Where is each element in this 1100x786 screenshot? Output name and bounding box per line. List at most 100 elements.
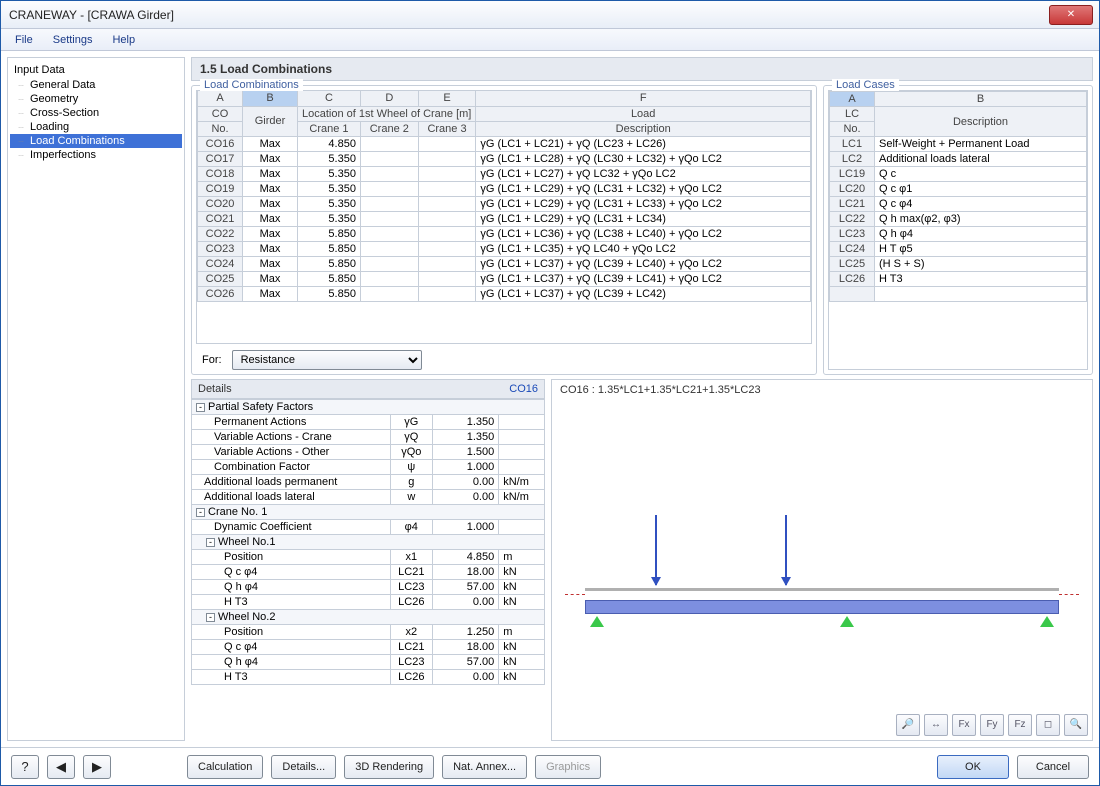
table-row[interactable]: CO20Max5.350γG (LC1 + LC29) + γQ (LC31 +…	[198, 196, 811, 211]
table-row[interactable]: CO23Max5.850γG (LC1 + LC35) + γQ LC40 + …	[198, 241, 811, 256]
details-table[interactable]: -Partial Safety Factors Permanent Action…	[191, 399, 545, 685]
tree-item[interactable]: Imperfections	[10, 148, 182, 162]
group-psf[interactable]: -Partial Safety Factors	[192, 400, 545, 415]
for-select[interactable]: Resistance	[232, 350, 422, 370]
row-w2-qc[interactable]: Q c φ4LC2118.00kN	[192, 640, 545, 655]
details-co: CO16	[509, 383, 538, 395]
lc-hdr-no: No.	[830, 122, 875, 137]
row-var-crane[interactable]: Variable Actions - CraneγQ1.350	[192, 430, 545, 445]
bottom-grids: Details CO16 -Partial Safety Factors Per…	[191, 379, 1093, 741]
table-row[interactable]: LC23Q h φ4	[830, 227, 1087, 242]
table-row[interactable]: CO16Max4.850γG (LC1 + LC21) + γQ (LC23 +…	[198, 136, 811, 151]
lc-hdr-desc: Description	[875, 107, 1087, 137]
prev-button[interactable]: ◀	[47, 755, 75, 779]
load-combos-legend: Load Combinations	[200, 79, 303, 91]
top-grids: Load Combinations A B C D E F	[191, 85, 1093, 375]
row-var-other[interactable]: Variable Actions - OtherγQo1.500	[192, 445, 545, 460]
row-w2-qh[interactable]: Q h φ4LC2357.00kN	[192, 655, 545, 670]
col-b[interactable]: B	[243, 91, 298, 106]
tree-item[interactable]: Load Combinations	[10, 134, 182, 148]
for-label: For:	[202, 354, 222, 366]
col-d[interactable]: D	[360, 91, 418, 106]
table-row[interactable]: CO18Max5.350γG (LC1 + LC27) + γQ LC32 + …	[198, 166, 811, 181]
row-w1-ht[interactable]: H T3LC260.00kN	[192, 595, 545, 610]
app-window: CRANEWAY - [CRAWA Girder] ✕ File Setting…	[0, 0, 1100, 786]
load-cases-table[interactable]: A B LC Description No. LC1Self-Weight + …	[829, 91, 1087, 302]
tree-item[interactable]: Geometry	[10, 92, 182, 106]
cancel-button[interactable]: Cancel	[1017, 755, 1089, 779]
table-row[interactable]: LC19Q c	[830, 167, 1087, 182]
help-button[interactable]: ?	[11, 755, 39, 779]
menu-settings[interactable]: Settings	[45, 32, 101, 48]
lc-col-b[interactable]: B	[875, 92, 1087, 107]
table-row[interactable]: LC20Q c φ1	[830, 182, 1087, 197]
table-row[interactable]: CO19Max5.350γG (LC1 + LC29) + γQ (LC31 +…	[198, 181, 811, 196]
rendering-button[interactable]: 3D Rendering	[344, 755, 434, 779]
col-f[interactable]: F	[476, 91, 811, 106]
content: Input Data General DataGeometryCross-Sec…	[1, 51, 1099, 747]
group-wheel2[interactable]: -Wheel No.2	[192, 610, 545, 625]
row-w2-ht[interactable]: H T3LC260.00kN	[192, 670, 545, 685]
tree-item[interactable]: Loading	[10, 120, 182, 134]
dash-left	[565, 594, 585, 595]
hdr-co: CO	[198, 106, 243, 121]
group-crane1[interactable]: -Crane No. 1	[192, 505, 545, 520]
table-row[interactable]: LC2Additional loads lateral	[830, 152, 1087, 167]
titlebar: CRANEWAY - [CRAWA Girder] ✕	[1, 1, 1099, 29]
dash-right	[1059, 594, 1079, 595]
table-row[interactable]: CO26Max5.850γG (LC1 + LC37) + γQ (LC39 +…	[198, 286, 811, 301]
details-label: Details	[198, 383, 232, 395]
menu-file[interactable]: File	[7, 32, 41, 48]
table-row[interactable]: LC22Q h max(φ2, φ3)	[830, 212, 1087, 227]
lc-col-a[interactable]: A	[830, 92, 875, 107]
view-fz-button[interactable]: Fz	[1008, 714, 1032, 736]
table-row[interactable]: CO22Max5.850γG (LC1 + LC36) + γQ (LC38 +…	[198, 226, 811, 241]
table-row[interactable]: LC25(H S + S)	[830, 257, 1087, 272]
preview-canvas[interactable]	[560, 400, 1084, 736]
row-add-perm[interactable]: Additional loads permanentg0.00kN/m	[192, 475, 545, 490]
table-row[interactable]: CO25Max5.850γG (LC1 + LC37) + γQ (LC39 +…	[198, 271, 811, 286]
ok-button[interactable]: OK	[937, 755, 1009, 779]
row-perm-act[interactable]: Permanent ActionsγG1.350	[192, 415, 545, 430]
group-wheel1[interactable]: -Wheel No.1	[192, 535, 545, 550]
next-button[interactable]: ▶	[83, 755, 111, 779]
hdr-crane3: Crane 3	[418, 121, 476, 136]
hdr-girder: Girder	[243, 106, 298, 136]
col-a[interactable]: A	[198, 91, 243, 106]
view-iso-button[interactable]: 🔎	[896, 714, 920, 736]
row-w1-pos[interactable]: Positionx14.850m	[192, 550, 545, 565]
load-combos-scroll[interactable]: A B C D E F CO Girder Location of 1st Wh…	[196, 90, 812, 344]
view-print-button[interactable]: 🔍	[1064, 714, 1088, 736]
row-w1-qh[interactable]: Q h φ4LC2357.00kN	[192, 580, 545, 595]
table-row[interactable]: LC24H T φ5	[830, 242, 1087, 257]
row-add-lat[interactable]: Additional loads lateralw0.00kN/m	[192, 490, 545, 505]
col-c[interactable]: C	[298, 91, 361, 106]
table-row[interactable]: CO24Max5.850γG (LC1 + LC37) + γQ (LC39 +…	[198, 256, 811, 271]
annex-button[interactable]: Nat. Annex...	[442, 755, 527, 779]
table-row[interactable]: CO17Max5.350γG (LC1 + LC28) + γQ (LC30 +…	[198, 151, 811, 166]
table-row[interactable]: LC21Q c φ4	[830, 197, 1087, 212]
view-fx-button[interactable]: Fx	[952, 714, 976, 736]
view-x-button[interactable]: ↔	[924, 714, 948, 736]
tree-item[interactable]: Cross-Section	[10, 106, 182, 120]
close-button[interactable]: ✕	[1049, 5, 1093, 25]
view-3d-button[interactable]: ◻	[1036, 714, 1060, 736]
details-button[interactable]: Details...	[271, 755, 336, 779]
menu-help[interactable]: Help	[104, 32, 143, 48]
calculation-button[interactable]: Calculation	[187, 755, 263, 779]
hdr-crane2: Crane 2	[360, 121, 418, 136]
table-row[interactable]: LC26H T3	[830, 272, 1087, 287]
row-comb[interactable]: Combination Factorψ1.000	[192, 460, 545, 475]
details-panel: Details CO16 -Partial Safety Factors Per…	[191, 379, 545, 741]
support-icon	[590, 616, 604, 627]
load-combos-table[interactable]: A B C D E F CO Girder Location of 1st Wh…	[197, 91, 811, 302]
row-w1-qc[interactable]: Q c φ4LC2118.00kN	[192, 565, 545, 580]
table-row[interactable]: LC1Self-Weight + Permanent Load	[830, 137, 1087, 152]
row-dyn[interactable]: Dynamic Coefficientφ41.000	[192, 520, 545, 535]
col-e[interactable]: E	[418, 91, 476, 106]
row-w2-pos[interactable]: Positionx21.250m	[192, 625, 545, 640]
table-row[interactable]: CO21Max5.350γG (LC1 + LC29) + γQ (LC31 +…	[198, 211, 811, 226]
load-combinations-panel: Load Combinations A B C D E F	[191, 85, 817, 375]
tree-item[interactable]: General Data	[10, 78, 182, 92]
view-fy-button[interactable]: Fy	[980, 714, 1004, 736]
